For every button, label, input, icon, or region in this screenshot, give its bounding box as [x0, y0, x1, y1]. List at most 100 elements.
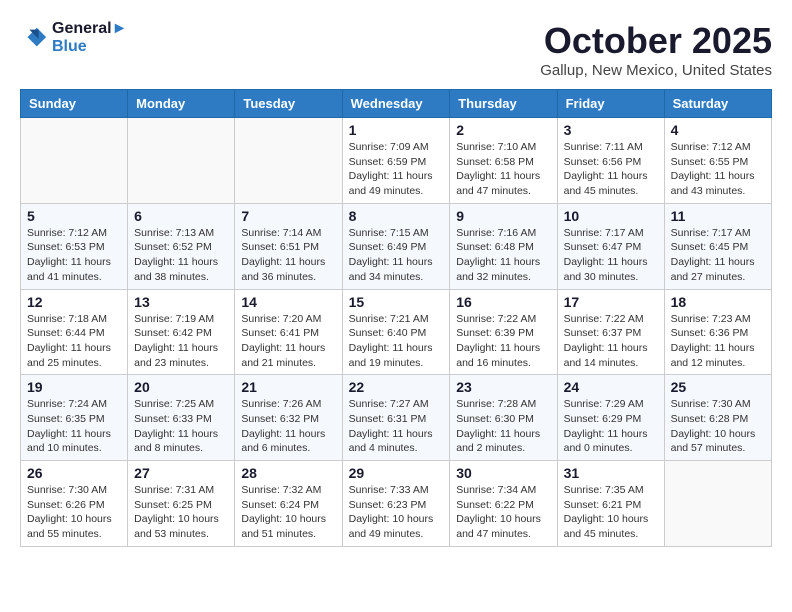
weekday-header: Sunday: [21, 90, 128, 118]
weekday-header: Tuesday: [235, 90, 342, 118]
calendar-cell: 11 Sunrise: 7:17 AM Sunset: 6:45 PM Dayli…: [664, 203, 771, 289]
calendar-cell: 26Sunrise: 7:30 AM Sunset: 6:26 PM Dayli…: [21, 461, 128, 547]
day-number: 27: [134, 465, 228, 481]
day-number: 4: [671, 122, 765, 138]
calendar-cell: [235, 118, 342, 204]
day-number: 16: [456, 294, 550, 310]
day-number: 9: [456, 208, 550, 224]
weekday-header: Wednesday: [342, 90, 450, 118]
calendar-cell: [21, 118, 128, 204]
calendar-cell: 29 Sunrise: 7:33 AM Sunset: 6:23 PM Dayli…: [342, 461, 450, 547]
day-number: 12: [27, 294, 121, 310]
day-number: 22: [349, 379, 444, 395]
calendar-cell: 28 Sunrise: 7:32 AM Sunset: 6:24 PM Dayli…: [235, 461, 342, 547]
day-info: Sunrise: 7:15 AM Sunset: 6:49 PM Dayligh…: [349, 226, 444, 285]
day-number: 23: [456, 379, 550, 395]
logo-text: General► Blue: [52, 20, 127, 56]
calendar-cell: 16Sunrise: 7:22 AM Sunset: 6:39 PM Dayli…: [450, 289, 557, 375]
calendar-cell: 14 Sunrise: 7:20 AM Sunset: 6:41 PM Dayli…: [235, 289, 342, 375]
day-info: Sunrise: 7:33 AM Sunset: 6:23 PM Dayligh…: [349, 483, 444, 542]
day-number: 15: [349, 294, 444, 310]
calendar-cell: 23 Sunrise: 7:28 AM Sunset: 6:30 PM Dayli…: [450, 375, 557, 461]
day-number: 11: [671, 208, 765, 224]
day-number: 5: [27, 208, 121, 224]
day-number: 14: [241, 294, 335, 310]
calendar-cell: 30Sunrise: 7:34 AM Sunset: 6:22 PM Dayli…: [450, 461, 557, 547]
calendar-cell: 10Sunrise: 7:17 AM Sunset: 6:47 PM Dayli…: [557, 203, 664, 289]
calendar-cell: 2Sunrise: 7:10 AM Sunset: 6:58 PM Daylig…: [450, 118, 557, 204]
day-info: Sunrise: 7:29 AM Sunset: 6:29 PM Dayligh…: [564, 397, 658, 456]
day-info: Sunrise: 7:20 AM Sunset: 6:41 PM Dayligh…: [241, 312, 335, 371]
title-block: October 2025 Gallup, New Mexico, United …: [540, 20, 772, 79]
weekday-header: Saturday: [664, 90, 771, 118]
day-info: Sunrise: 7:30 AM Sunset: 6:28 PM Dayligh…: [671, 397, 765, 456]
day-number: 13: [134, 294, 228, 310]
location: Gallup, New Mexico, United States: [540, 62, 772, 79]
calendar-cell: 13 Sunrise: 7:19 AM Sunset: 6:42 PM Dayli…: [128, 289, 235, 375]
day-info: Sunrise: 7:12 AM Sunset: 6:55 PM Dayligh…: [671, 140, 765, 199]
calendar-cell: 15 Sunrise: 7:21 AM Sunset: 6:40 PM Dayli…: [342, 289, 450, 375]
calendar-cell: 3Sunrise: 7:11 AM Sunset: 6:56 PM Daylig…: [557, 118, 664, 204]
day-info: Sunrise: 7:19 AM Sunset: 6:42 PM Dayligh…: [134, 312, 228, 371]
day-info: Sunrise: 7:27 AM Sunset: 6:31 PM Dayligh…: [349, 397, 444, 456]
day-number: 17: [564, 294, 658, 310]
day-info: Sunrise: 7:35 AM Sunset: 6:21 PM Dayligh…: [564, 483, 658, 542]
calendar-week-row: 12 Sunrise: 7:18 AM Sunset: 6:44 PM Dayli…: [21, 289, 772, 375]
calendar-cell: 6 Sunrise: 7:13 AM Sunset: 6:52 PM Daylig…: [128, 203, 235, 289]
weekday-header: Thursday: [450, 90, 557, 118]
calendar-cell: [664, 461, 771, 547]
day-number: 18: [671, 294, 765, 310]
day-info: Sunrise: 7:23 AM Sunset: 6:36 PM Dayligh…: [671, 312, 765, 371]
weekday-header: Friday: [557, 90, 664, 118]
calendar-cell: 12 Sunrise: 7:18 AM Sunset: 6:44 PM Dayli…: [21, 289, 128, 375]
day-number: 7: [241, 208, 335, 224]
calendar-cell: 9 Sunrise: 7:16 AM Sunset: 6:48 PM Daylig…: [450, 203, 557, 289]
month-title: October 2025: [540, 20, 772, 62]
logo: General► Blue: [20, 20, 127, 56]
day-info: Sunrise: 7:31 AM Sunset: 6:25 PM Dayligh…: [134, 483, 228, 542]
calendar-cell: 8 Sunrise: 7:15 AM Sunset: 6:49 PM Daylig…: [342, 203, 450, 289]
calendar-cell: 31 Sunrise: 7:35 AM Sunset: 6:21 PM Dayli…: [557, 461, 664, 547]
calendar-cell: 25 Sunrise: 7:30 AM Sunset: 6:28 PM Dayli…: [664, 375, 771, 461]
day-info: Sunrise: 7:09 AM Sunset: 6:59 PM Dayligh…: [349, 140, 444, 199]
calendar-header-row: SundayMondayTuesdayWednesdayThursdayFrid…: [21, 90, 772, 118]
calendar-cell: 19Sunrise: 7:24 AM Sunset: 6:35 PM Dayli…: [21, 375, 128, 461]
calendar-cell: 22 Sunrise: 7:27 AM Sunset: 6:31 PM Dayli…: [342, 375, 450, 461]
day-number: 10: [564, 208, 658, 224]
day-number: 31: [564, 465, 658, 481]
day-info: Sunrise: 7:32 AM Sunset: 6:24 PM Dayligh…: [241, 483, 335, 542]
calendar-table: SundayMondayTuesdayWednesdayThursdayFrid…: [20, 89, 772, 547]
calendar-cell: 20Sunrise: 7:25 AM Sunset: 6:33 PM Dayli…: [128, 375, 235, 461]
day-number: 20: [134, 379, 228, 395]
calendar-cell: 18 Sunrise: 7:23 AM Sunset: 6:36 PM Dayli…: [664, 289, 771, 375]
day-info: Sunrise: 7:17 AM Sunset: 6:45 PM Dayligh…: [671, 226, 765, 285]
day-info: Sunrise: 7:12 AM Sunset: 6:53 PM Dayligh…: [27, 226, 121, 285]
day-info: Sunrise: 7:28 AM Sunset: 6:30 PM Dayligh…: [456, 397, 550, 456]
calendar-week-row: 19Sunrise: 7:24 AM Sunset: 6:35 PM Dayli…: [21, 375, 772, 461]
calendar-cell: 21Sunrise: 7:26 AM Sunset: 6:32 PM Dayli…: [235, 375, 342, 461]
calendar-cell: 7Sunrise: 7:14 AM Sunset: 6:51 PM Daylig…: [235, 203, 342, 289]
calendar-cell: 27 Sunrise: 7:31 AM Sunset: 6:25 PM Dayli…: [128, 461, 235, 547]
calendar-cell: 24 Sunrise: 7:29 AM Sunset: 6:29 PM Dayli…: [557, 375, 664, 461]
calendar-week-row: 1Sunrise: 7:09 AM Sunset: 6:59 PM Daylig…: [21, 118, 772, 204]
day-number: 26: [27, 465, 121, 481]
calendar-week-row: 5 Sunrise: 7:12 AM Sunset: 6:53 PM Daylig…: [21, 203, 772, 289]
day-info: Sunrise: 7:13 AM Sunset: 6:52 PM Dayligh…: [134, 226, 228, 285]
day-info: Sunrise: 7:21 AM Sunset: 6:40 PM Dayligh…: [349, 312, 444, 371]
day-number: 8: [349, 208, 444, 224]
day-number: 6: [134, 208, 228, 224]
day-number: 24: [564, 379, 658, 395]
day-info: Sunrise: 7:22 AM Sunset: 6:37 PM Dayligh…: [564, 312, 658, 371]
day-info: Sunrise: 7:18 AM Sunset: 6:44 PM Dayligh…: [27, 312, 121, 371]
day-info: Sunrise: 7:16 AM Sunset: 6:48 PM Dayligh…: [456, 226, 550, 285]
weekday-header: Monday: [128, 90, 235, 118]
page-header: General► Blue October 2025 Gallup, New M…: [20, 20, 772, 79]
day-number: 25: [671, 379, 765, 395]
day-number: 29: [349, 465, 444, 481]
day-info: Sunrise: 7:11 AM Sunset: 6:56 PM Dayligh…: [564, 140, 658, 199]
day-number: 2: [456, 122, 550, 138]
calendar-week-row: 26Sunrise: 7:30 AM Sunset: 6:26 PM Dayli…: [21, 461, 772, 547]
day-info: Sunrise: 7:24 AM Sunset: 6:35 PM Dayligh…: [27, 397, 121, 456]
day-number: 28: [241, 465, 335, 481]
day-info: Sunrise: 7:26 AM Sunset: 6:32 PM Dayligh…: [241, 397, 335, 456]
